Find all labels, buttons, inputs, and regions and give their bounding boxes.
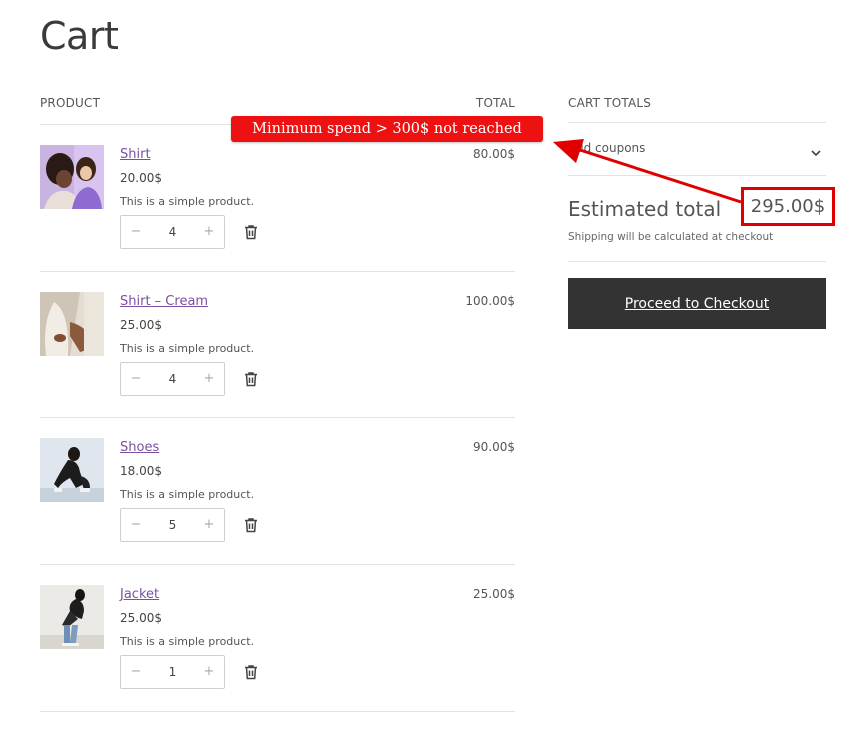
page-title: Cart [40,14,119,58]
quantity-input[interactable]: 5 [151,509,194,541]
divider [568,261,826,262]
estimated-total-value: 295.00$ [750,196,826,217]
quantity-input[interactable]: 1 [151,656,194,688]
minimum-spend-annotation: Minimum spend > 300$ not reached [231,116,543,142]
product-image-shirt-cream[interactable] [40,292,104,356]
divider [40,417,515,418]
product-description: This is a simple product. [120,635,255,648]
trash-icon[interactable] [242,223,260,241]
add-coupons-toggle[interactable]: Add coupons [568,124,826,174]
trash-icon[interactable] [242,370,260,388]
product-image-jacket[interactable] [40,585,104,649]
cart-item-shoes: Shoes 18.00$ This is a simple product. −… [40,438,515,584]
product-link-shirt-cream[interactable]: Shirt – Cream [120,294,208,309]
decrease-quantity-button[interactable]: − [121,363,151,395]
quantity-stepper[interactable]: − 5 + [120,508,225,542]
line-total: 90.00$ [473,440,515,454]
proceed-to-checkout-button[interactable]: Proceed to Checkout [568,278,826,329]
divider [568,122,826,123]
product-description: This is a simple product. [120,195,255,208]
quantity-stepper[interactable]: − 4 + [120,362,225,396]
divider [40,564,515,565]
unit-price: 25.00$ [120,318,162,332]
product-image-shirt[interactable] [40,145,104,209]
unit-price: 25.00$ [120,611,162,625]
product-column-header: PRODUCT [40,96,101,110]
decrease-quantity-button[interactable]: − [121,216,151,248]
coupon-label: Add coupons [568,141,646,155]
quantity-stepper[interactable]: − 1 + [120,655,225,689]
quantity-stepper[interactable]: − 4 + [120,215,225,249]
increase-quantity-button[interactable]: + [194,656,224,688]
cart-item-jacket: Jacket 25.00$ This is a simple product. … [40,585,515,731]
trash-icon[interactable] [242,516,260,534]
estimated-total-label: Estimated total [568,197,722,221]
quantity-input[interactable]: 4 [151,363,194,395]
increase-quantity-button[interactable]: + [194,363,224,395]
decrease-quantity-button[interactable]: − [121,509,151,541]
trash-icon[interactable] [242,663,260,681]
product-description: This is a simple product. [120,342,255,355]
divider [568,175,826,176]
increase-quantity-button[interactable]: + [194,509,224,541]
total-column-header: TOTAL [475,96,515,110]
line-total: 25.00$ [473,587,515,601]
product-link-jacket[interactable]: Jacket [120,587,159,602]
line-total: 80.00$ [473,147,515,161]
divider [40,271,515,272]
divider [40,711,515,712]
unit-price: 20.00$ [120,171,162,185]
shipping-note: Shipping will be calculated at checkout [568,231,774,243]
unit-price: 18.00$ [120,464,162,478]
product-image-shoes[interactable] [40,438,104,502]
increase-quantity-button[interactable]: + [194,216,224,248]
chevron-down-icon[interactable] [810,144,822,157]
decrease-quantity-button[interactable]: − [121,656,151,688]
cart-item-shirt: Shirt 20.00$ This is a simple product. −… [40,145,515,291]
product-link-shirt[interactable]: Shirt [120,147,151,162]
cart-totals-header: CART TOTALS [568,96,652,110]
line-total: 100.00$ [465,294,515,308]
quantity-input[interactable]: 4 [151,216,194,248]
product-description: This is a simple product. [120,488,255,501]
product-link-shoes[interactable]: Shoes [120,440,159,455]
